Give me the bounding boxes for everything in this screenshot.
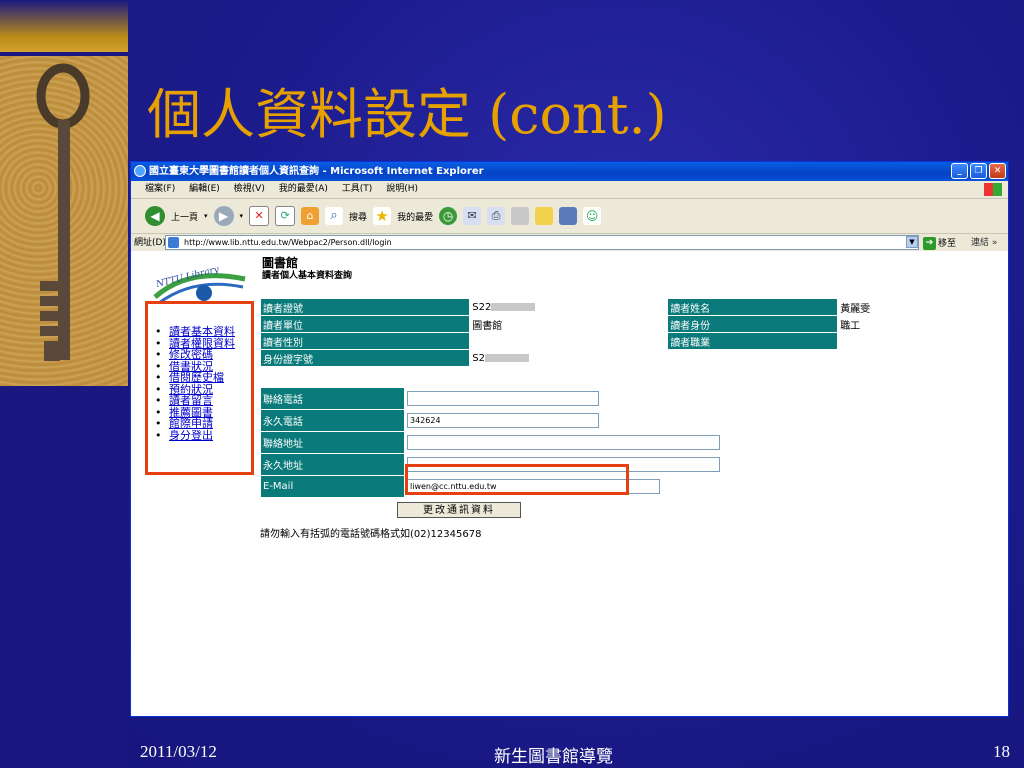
phone-label: 聯絡電話 (260, 387, 405, 410)
links-label: 連結 (971, 238, 990, 248)
browser-window: 國立臺東大學圖書館讀者個人資訊查詢 - Microsoft Internet E… (130, 161, 1009, 717)
slide-title: 個人資料設定 (cont.) (147, 83, 667, 146)
card-no-value: S22 (469, 298, 669, 316)
forward-arrow-icon[interactable]: ▶ (213, 206, 234, 226)
maximize-button[interactable]: ❐ (970, 163, 987, 179)
table-row: 聯絡電話 (260, 387, 723, 410)
nav-item: 身分登出 (155, 429, 235, 442)
left-gold-band (0, 0, 128, 52)
perm-phone-input[interactable]: 342624 (407, 413, 599, 428)
address-value[interactable]: http://www.lib.nttu.edu.tw/Webpac2/Perso… (184, 238, 392, 247)
mail-icon[interactable]: ✉ (463, 207, 482, 225)
table-row: 讀者性別 讀者職業 (259, 332, 1008, 350)
window-titlebar: 國立臺東大學圖書館讀者個人資訊查詢 - Microsoft Internet E… (131, 162, 1008, 181)
close-button[interactable]: ✕ (989, 163, 1006, 179)
back-dropdown-icon[interactable]: ▾ (204, 212, 208, 220)
empty-cell (667, 349, 839, 367)
menu-view[interactable]: 檢視(V) (234, 184, 265, 194)
redaction-mask (491, 302, 536, 311)
table-row: 讀者證號 S22 讀者姓名 黃麗雯 (259, 298, 1008, 316)
phone-cell (404, 387, 723, 410)
table-row: 讀者單位 圖書館 讀者身份 職工 (259, 315, 1008, 333)
address-cell (404, 431, 723, 454)
reader-info-table: 讀者證號 S22 讀者姓名 黃麗雯 讀者單位 圖書館 讀者身份 職工 讀者性別 … (259, 298, 1008, 367)
side-nav: 讀者基本資料 讀者權限資料 修改密碼 借書狀況 借閱歷史檔 預約狀況 讀者留言 … (155, 326, 235, 441)
unit-value: 圖書館 (469, 315, 669, 333)
footer-title: 新生圖書館導覽 (494, 747, 613, 766)
menu-file[interactable]: 檔案(F) (145, 184, 175, 194)
perm-phone-cell: 342624 (404, 409, 723, 432)
phone-format-note: 請勿輸入有括弧的電話號碼格式如(02)12345678 (260, 529, 482, 540)
address-field-label: 聯絡地址 (260, 431, 405, 454)
phone-input[interactable] (407, 391, 599, 406)
address-field-input[interactable] (407, 435, 720, 450)
favorites-label[interactable]: 我的最愛 (397, 210, 433, 223)
footer-date: 2011/03/12 (140, 742, 217, 761)
search-label[interactable]: 搜尋 (349, 210, 367, 223)
library-subheading: 讀者個人基本資料查詢 (262, 271, 353, 281)
back-label[interactable]: 上一頁 (171, 210, 198, 223)
name-label: 讀者姓名 (667, 298, 839, 316)
footer-page-number: 18 (993, 742, 1010, 761)
menu-bar: 檔案(F) 編輯(E) 檢視(V) 我的最愛(A) 工具(T) 說明(H) (131, 181, 1008, 199)
menu-edit[interactable]: 編輯(E) (189, 184, 220, 194)
email-highlight-box (405, 464, 629, 495)
occupation-label: 讀者職業 (667, 332, 839, 350)
ie-icon (134, 165, 146, 177)
identity-label: 讀者身份 (667, 315, 839, 333)
library-logo: NTTU Library (153, 264, 246, 305)
card-no-label: 讀者證號 (259, 298, 471, 316)
window-title: 國立臺東大學圖書館讀者個人資訊查詢 - Microsoft Internet E… (149, 166, 484, 177)
table-row: 永久電話 342624 (260, 409, 723, 432)
table-row: 聯絡地址 (260, 431, 723, 454)
card-no-text: S22 (472, 301, 492, 313)
messenger-icon[interactable]: ☺ (583, 207, 602, 225)
update-contact-button[interactable]: 更改通訊資料 (397, 502, 521, 518)
back-arrow-icon[interactable]: ◀ (145, 206, 165, 226)
history-icon[interactable]: ◷ (439, 207, 458, 225)
page-content: NTTU Library 圖書館 讀者個人基本資料查詢 讀者基本資料 讀者權限資… (131, 251, 1008, 716)
stop-icon[interactable]: ✕ (249, 206, 270, 226)
page-icon (168, 237, 179, 248)
id-no-label: 身份證字號 (259, 349, 471, 367)
windows-logo-icon (984, 183, 1002, 196)
edit-icon[interactable] (511, 207, 530, 225)
search-icon[interactable]: ⌕ (325, 207, 344, 225)
occupation-value (837, 332, 1008, 350)
home-icon[interactable]: ⌂ (301, 207, 320, 225)
menu-tools[interactable]: 工具(T) (342, 184, 373, 194)
menu-help[interactable]: 說明(H) (386, 184, 418, 194)
menu-favorites[interactable]: 我的最愛(A) (279, 184, 328, 194)
toolbar: ◀ 上一頁 ▾ ▶ ▾ ✕ ⟳ ⌂ ⌕ 搜尋 ★ 我的最愛 ◷ ✉ ⎙ ☺ (131, 199, 1008, 234)
print-icon[interactable]: ⎙ (487, 207, 506, 225)
links-button[interactable]: 連結 » (971, 234, 997, 252)
refresh-icon[interactable]: ⟳ (275, 206, 296, 226)
address-dropdown-icon[interactable]: ▼ (906, 236, 918, 248)
unit-label: 讀者單位 (259, 315, 471, 333)
id-no-text: S2 (472, 352, 486, 364)
gender-value (469, 332, 669, 350)
go-label: 移至 (938, 239, 957, 249)
key-photo (0, 56, 128, 386)
address-label: 網址(D) (134, 238, 166, 248)
minimize-button[interactable]: _ (951, 163, 968, 179)
research-icon[interactable] (559, 207, 578, 225)
address-input[interactable]: http://www.lib.nttu.edu.tw/Webpac2/Perso… (165, 235, 919, 250)
gender-label: 讀者性別 (259, 332, 471, 350)
table-row: 身份證字號 S2 (259, 349, 1008, 367)
redaction-mask (485, 353, 530, 362)
nav-link-logout[interactable]: 身分登出 (169, 429, 213, 442)
perm-address-label: 永久地址 (260, 453, 405, 476)
email-label: E-Mail (260, 475, 405, 498)
discuss-icon[interactable] (535, 207, 554, 225)
empty-cell (837, 349, 1008, 367)
identity-value: 職工 (837, 315, 1008, 333)
go-arrow-icon: ➔ (923, 237, 936, 250)
name-value: 黃麗雯 (837, 298, 1008, 316)
favorites-star-icon[interactable]: ★ (373, 207, 392, 225)
forward-dropdown-icon[interactable]: ▾ (240, 212, 244, 220)
id-no-value: S2 (469, 349, 669, 367)
perm-phone-label: 永久電話 (260, 409, 405, 432)
